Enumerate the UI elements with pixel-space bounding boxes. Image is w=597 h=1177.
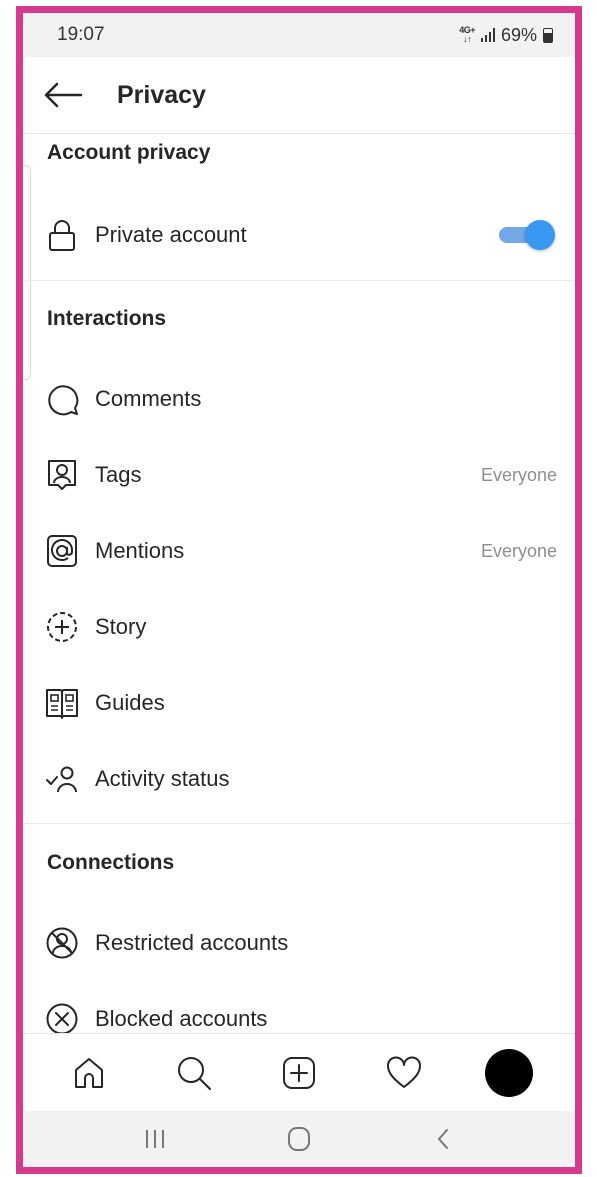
section-title-connections: Connections <box>47 851 175 874</box>
connection-item-restricted-accounts[interactable]: Restricted accounts <box>23 913 575 973</box>
arrow-left-icon <box>44 82 83 108</box>
private-account-row[interactable]: Private account <box>23 205 575 265</box>
interaction-item-guides[interactable]: Guides <box>23 673 575 733</box>
item-label: Comments <box>95 386 202 411</box>
at-sign-icon <box>45 534 79 568</box>
phone-frame: 19:07 4G+ ↓↑ 69% Privacy Account privacy <box>16 6 582 1174</box>
system-back-button[interactable] <box>413 1111 473 1167</box>
item-value: Everyone <box>480 464 557 485</box>
activity-status-icon <box>45 762 79 796</box>
nav-search-button[interactable] <box>164 1043 224 1103</box>
interaction-item-story[interactable]: Story <box>23 597 575 657</box>
home-circle-icon <box>288 1127 310 1151</box>
guide-book-icon <box>45 686 79 720</box>
lock-icon <box>45 218 79 252</box>
activity-heart-icon <box>386 1056 421 1088</box>
settings-list[interactable]: Account privacy Private account Interact… <box>23 135 575 1033</box>
item-label: Blocked accounts <box>95 1006 268 1031</box>
story-add-icon <box>45 610 79 644</box>
connection-item-blocked-accounts[interactable]: Blocked accounts <box>23 989 575 1033</box>
system-home-button[interactable] <box>269 1111 329 1167</box>
section-title-account-privacy: Account privacy <box>47 141 211 164</box>
nav-new-post-button[interactable] <box>269 1043 329 1103</box>
comment-icon <box>45 382 79 416</box>
search-icon <box>178 1056 212 1090</box>
home-icon <box>75 1057 104 1088</box>
scroll-indicator <box>23 165 31 380</box>
item-label: Story <box>95 614 147 639</box>
private-account-toggle[interactable] <box>497 218 557 252</box>
bottom-navigation <box>23 1033 575 1111</box>
nav-home-button[interactable] <box>59 1043 119 1103</box>
blocked-icon <box>45 1002 79 1033</box>
interaction-item-mentions[interactable]: Mentions Everyone <box>23 521 575 581</box>
divider <box>23 280 575 281</box>
signal-icon <box>480 28 495 42</box>
item-label: Activity status <box>95 766 230 791</box>
private-account-label: Private account <box>95 222 247 247</box>
item-label: Guides <box>95 690 165 715</box>
item-label: Tags <box>95 462 142 487</box>
battery-icon <box>543 27 553 43</box>
recent-apps-icon <box>146 1130 164 1148</box>
page-title: Privacy <box>117 80 206 109</box>
system-navigation-bar <box>23 1111 575 1167</box>
status-time: 19:07 <box>57 24 105 45</box>
item-value: Everyone <box>480 540 557 561</box>
divider <box>23 823 575 824</box>
recent-apps-button[interactable] <box>125 1111 185 1167</box>
item-label: Mentions <box>95 538 185 563</box>
interaction-item-activity-status[interactable]: Activity status <box>23 749 575 809</box>
nav-profile-button[interactable] <box>479 1043 539 1103</box>
profile-avatar <box>484 1048 533 1097</box>
interaction-item-comments[interactable]: Comments <box>23 369 575 429</box>
app-header: Privacy <box>23 57 575 134</box>
back-chevron-icon <box>438 1129 448 1149</box>
restricted-icon <box>45 926 79 960</box>
network-type-icon: 4G+ ↓↑ <box>459 25 475 44</box>
status-bar: 19:07 4G+ ↓↑ 69% <box>23 13 575 57</box>
section-title-interactions: Interactions <box>47 307 167 330</box>
tag-person-icon <box>45 458 79 492</box>
battery-percent: 69% <box>500 24 537 45</box>
back-button[interactable] <box>23 57 103 134</box>
nav-activity-button[interactable] <box>374 1043 434 1103</box>
interaction-item-tags[interactable]: Tags Everyone <box>23 445 575 505</box>
item-label: Restricted accounts <box>95 930 289 955</box>
new-post-icon <box>282 1056 315 1089</box>
